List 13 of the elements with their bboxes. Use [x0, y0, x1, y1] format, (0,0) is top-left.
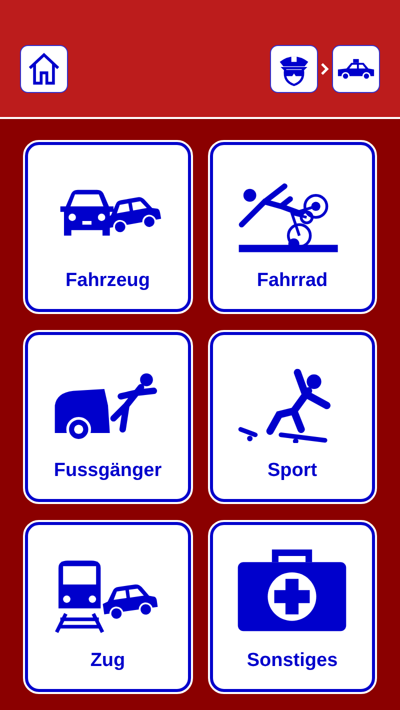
- home-icon: [27, 52, 61, 86]
- first-aid-kit-icon: [236, 548, 348, 632]
- category-tile[interactable]: Sonstiges: [210, 522, 375, 692]
- breadcrumb-button[interactable]: [332, 45, 380, 93]
- category-tile[interactable]: Fussgänger: [25, 332, 190, 502]
- category-tile[interactable]: Zug: [25, 522, 190, 692]
- chevron-icon: [320, 62, 330, 76]
- home-button[interactable]: [20, 45, 68, 93]
- police-car-icon: [337, 58, 375, 80]
- breadcrumb-button[interactable]: [270, 45, 318, 93]
- category-tile[interactable]: Fahrzeug: [25, 142, 190, 312]
- category-tile[interactable]: Fahrrad: [210, 142, 375, 312]
- category-tile[interactable]: Sport: [210, 332, 375, 502]
